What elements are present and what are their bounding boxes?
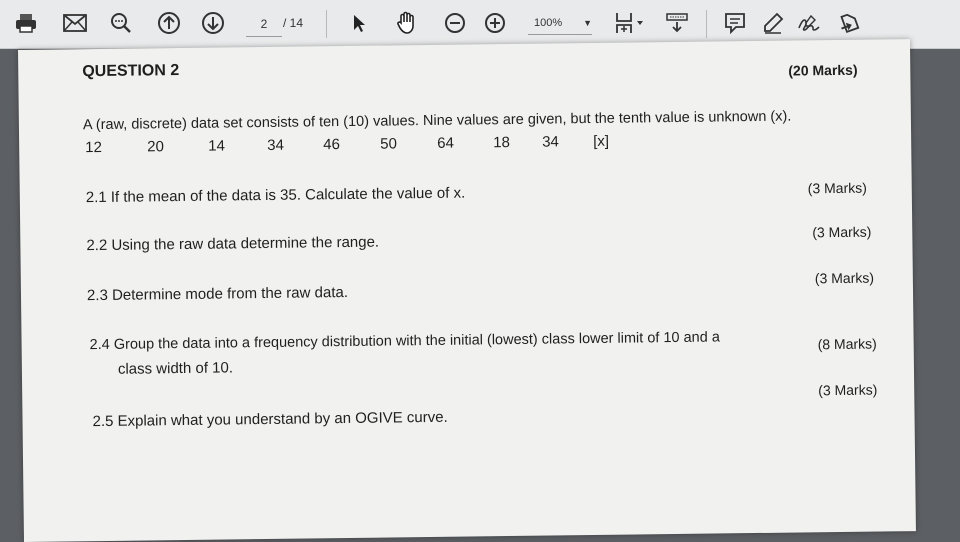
- value-item: [x]: [593, 132, 610, 150]
- chevron-down-icon: ▼: [583, 18, 592, 28]
- value-item: 12: [85, 138, 102, 157]
- value-item: 34: [542, 133, 559, 151]
- question-2-3: 2.3 Determine mode from the raw data.: [86, 283, 349, 305]
- zoom-out-icon[interactable]: [442, 10, 468, 36]
- comment-search-icon[interactable]: [106, 10, 136, 36]
- print-icon[interactable]: [12, 10, 40, 36]
- page-total: / 14: [283, 16, 304, 30]
- question-2-2-marks: (3 Marks): [812, 223, 872, 241]
- question-2-2: 2.2 Using the raw data determine the ran…: [86, 233, 380, 255]
- question-2-4-marks: (8 Marks): [817, 335, 877, 353]
- zoom-in-icon[interactable]: [482, 10, 508, 36]
- email-icon[interactable]: [60, 10, 90, 36]
- value-item: 50: [380, 135, 397, 153]
- highlight-pen-icon[interactable]: [760, 10, 786, 36]
- value-item: 46: [323, 136, 340, 154]
- question-2-4-line2: class width of 10.: [117, 359, 234, 378]
- zoom-select[interactable]: 100% ▼: [528, 12, 592, 35]
- question-2-3-marks: (3 Marks): [814, 269, 875, 287]
- value-item: 34: [267, 136, 284, 154]
- hand-tool-icon[interactable]: [394, 10, 420, 36]
- page-number-input[interactable]: [246, 12, 282, 37]
- question-2-1: 2.1 If the mean of the data is 35. Calcu…: [85, 184, 466, 207]
- data-values: 12 20 14 34 46 50 64 18 34 [x]: [85, 133, 609, 159]
- value-item: 20: [147, 138, 164, 156]
- question-2-4-line1: 2.4 Group the data into a frequency dist…: [89, 329, 720, 354]
- sign-icon[interactable]: [796, 10, 822, 36]
- question-marks: (20 Marks): [788, 61, 858, 79]
- fit-page-icon[interactable]: [612, 10, 648, 36]
- question-2-1-marks: (3 Marks): [807, 179, 867, 197]
- question-title: QUESTION 2: [82, 62, 180, 81]
- page-down-icon[interactable]: [199, 10, 227, 36]
- value-item: 14: [208, 137, 225, 155]
- zoom-value: 100%: [534, 17, 563, 29]
- value-item: 18: [493, 133, 510, 152]
- toolbar-divider: [706, 10, 707, 38]
- question-2-5: 2.5 Explain what you understand by an OG…: [92, 408, 448, 431]
- page-up-icon[interactable]: [155, 10, 183, 36]
- question-2-5-marks: (3 Marks): [818, 381, 878, 399]
- value-item: 64: [437, 134, 454, 152]
- keyboard-scroll-icon[interactable]: [662, 10, 692, 36]
- select-arrow-icon[interactable]: [348, 10, 370, 36]
- document-page: QUESTION 2 (20 Marks) A (raw, discrete) …: [18, 39, 916, 542]
- toolbar-divider: [326, 10, 327, 38]
- share-icon[interactable]: [834, 10, 862, 36]
- intro-text: A (raw, discrete) data set consists of t…: [82, 108, 792, 134]
- comment-icon[interactable]: [722, 10, 748, 36]
